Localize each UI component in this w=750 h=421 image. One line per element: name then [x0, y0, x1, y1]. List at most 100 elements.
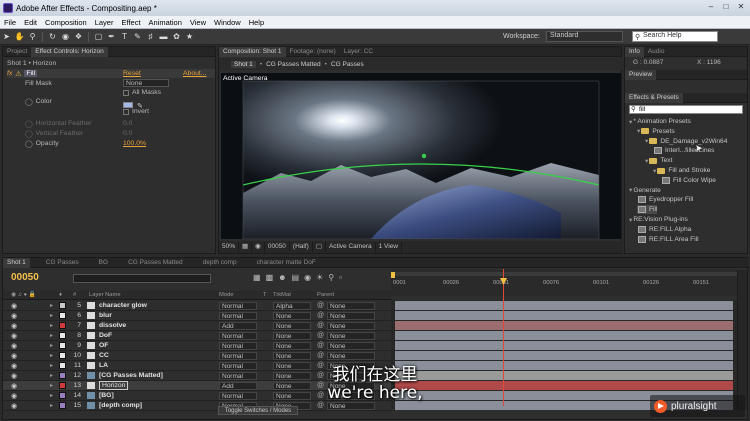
layer-duration-bar[interactable]: [395, 331, 733, 340]
column-t[interactable]: T: [263, 292, 267, 298]
close-button[interactable]: ✕: [735, 2, 747, 12]
about-link[interactable]: About...: [183, 70, 206, 77]
reset-link[interactable]: Reset: [123, 70, 141, 77]
timeline-tab[interactable]: Shot 1: [3, 257, 30, 268]
layer-mode-select[interactable]: Normal: [219, 301, 257, 310]
graph-editor-icon[interactable]: ▫: [339, 273, 342, 282]
layer-name[interactable]: DoF: [99, 332, 112, 339]
parent-pickwhip-icon[interactable]: @: [317, 402, 324, 409]
column-mode[interactable]: Mode: [219, 292, 234, 298]
layer-duration-bar[interactable]: [395, 301, 733, 310]
effects-tree-item[interactable]: ▾ * Animation Presets: [629, 117, 691, 126]
fx-icon[interactable]: fx: [7, 70, 12, 77]
work-area-start[interactable]: [391, 272, 395, 278]
tab-info[interactable]: Info: [625, 46, 644, 57]
timeline-tab[interactable]: CG Passes Matted: [124, 258, 187, 268]
disclosure-triangle-icon[interactable]: ▾: [653, 167, 656, 175]
motion-blur-icon[interactable]: ◉: [304, 273, 311, 282]
layer-label-color[interactable]: [59, 332, 66, 339]
rotate-tool-icon[interactable]: ↻: [47, 31, 58, 42]
layer-duration-bar[interactable]: [395, 351, 733, 360]
parent-pickwhip-icon[interactable]: @: [317, 352, 324, 359]
visibility-eye-icon[interactable]: ◉: [11, 322, 17, 330]
parent-pickwhip-icon[interactable]: @: [317, 312, 324, 319]
layer-expand-icon[interactable]: ▸: [50, 312, 53, 319]
menu-view[interactable]: View: [186, 18, 210, 27]
rectangle-tool-icon[interactable]: ▢: [93, 31, 104, 42]
effects-tree-item[interactable]: ▾ Generate: [629, 186, 661, 195]
work-area-bar[interactable]: [391, 272, 737, 276]
effects-tree-item[interactable]: ▾ DE_Damage_v2Win64: [645, 137, 727, 146]
stopwatch-icon[interactable]: ◯: [25, 140, 33, 148]
breadcrumb-cg-passes-matted[interactable]: CG Passes Matted: [266, 61, 321, 68]
layer-label-color[interactable]: [59, 322, 66, 329]
search-help-field[interactable]: ⚲ Search Help: [632, 31, 718, 42]
composition-viewer[interactable]: [221, 73, 621, 239]
type-tool-icon[interactable]: T: [119, 31, 130, 42]
effects-tree-item[interactable]: ▾ RE:Vision Plug-ins: [629, 215, 688, 224]
layer-trkmat-select[interactable]: None: [273, 341, 311, 350]
stopwatch-icon[interactable]: ◯: [25, 98, 33, 106]
timeline-tab[interactable]: depth comp: [199, 258, 241, 268]
menu-composition[interactable]: Composition: [41, 18, 91, 27]
fill-mask-select[interactable]: None: [123, 79, 169, 87]
menu-file[interactable]: File: [0, 18, 20, 27]
all-masks-checkbox[interactable]: [123, 89, 129, 96]
layer-name[interactable]: character glow: [99, 302, 147, 309]
effects-tree-item[interactable]: ▾ Presets: [637, 127, 675, 136]
effects-tree-item[interactable]: Fill Color Wipe: [661, 176, 716, 185]
layer-label-color[interactable]: [59, 352, 66, 359]
layer-mode-select[interactable]: Normal: [219, 341, 257, 350]
maximize-button[interactable]: □: [720, 2, 732, 12]
selection-tool-icon[interactable]: ➤: [1, 31, 12, 42]
column-parent[interactable]: Parent: [317, 292, 334, 298]
layer-trkmat-select[interactable]: None: [273, 351, 311, 360]
breadcrumb-shot1[interactable]: Shot 1: [231, 60, 256, 68]
zoom-select[interactable]: 50%: [219, 242, 240, 252]
layer-duration-bar[interactable]: [395, 341, 733, 350]
layer-trkmat-select[interactable]: None: [273, 311, 311, 320]
minimize-button[interactable]: –: [705, 2, 717, 12]
tab-effects-presets[interactable]: Effects & Presets: [625, 92, 683, 103]
timeline-timecode[interactable]: 00050: [11, 272, 39, 283]
effects-search-input[interactable]: ⚲ fill: [629, 105, 743, 114]
effects-tree-item[interactable]: RE:FILL Alpha: [637, 225, 691, 234]
layer-trkmat-select[interactable]: None: [273, 331, 311, 340]
layer-row[interactable]: ◉ ▸ 6 blur Normal None @ None: [3, 311, 391, 321]
layer-expand-icon[interactable]: ▸: [50, 352, 53, 359]
layer-duration-bar[interactable]: [395, 311, 733, 320]
parent-pickwhip-icon[interactable]: @: [317, 302, 324, 309]
layer-expand-icon[interactable]: ▸: [50, 332, 53, 339]
layer-parent-select[interactable]: None: [327, 311, 375, 320]
layer-name[interactable]: dissolve: [99, 322, 126, 329]
vertical-feather-value[interactable]: 0.0: [123, 129, 132, 138]
layer-name[interactable]: [depth comp]: [99, 402, 142, 409]
tab-project[interactable]: Project: [3, 47, 31, 57]
comp-mini-flowchart-icon[interactable]: ▦: [253, 273, 261, 282]
stopwatch-icon[interactable]: ◯: [25, 130, 33, 138]
layer-expand-icon[interactable]: ▸: [50, 402, 53, 409]
brush-tool-icon[interactable]: ✎: [132, 31, 143, 42]
zoom-tool-icon[interactable]: ⚲: [27, 31, 38, 42]
disclosure-triangle-icon[interactable]: ▾: [645, 137, 648, 145]
visibility-eye-icon[interactable]: ◉: [11, 302, 17, 310]
effects-tree-item[interactable]: ▾ Text: [645, 156, 672, 165]
snapshot-icon[interactable]: ◉: [252, 242, 265, 252]
layer-expand-icon[interactable]: ▸: [50, 302, 53, 309]
layer-row[interactable]: ◉ ▸ 9 OF Normal None @ None: [3, 341, 391, 351]
tab-effect-controls[interactable]: Effect Controls: Horizon: [31, 46, 108, 57]
layer-label-color[interactable]: [59, 302, 66, 309]
menu-effect[interactable]: Effect: [117, 18, 144, 27]
menu-window[interactable]: Window: [210, 18, 245, 27]
time-ruler[interactable]: 0001 00026 00051 00076 00101 00126 00151: [391, 270, 737, 296]
parent-pickwhip-icon[interactable]: @: [317, 322, 324, 329]
toggle-switches-modes-button[interactable]: Toggle Switches / Modes: [218, 406, 298, 415]
region-icon[interactable]: ▢: [313, 242, 326, 252]
effects-tree-item[interactable]: Eyedropper Fill: [637, 195, 693, 204]
shy-layers-icon[interactable]: ☻: [278, 273, 286, 282]
tab-audio[interactable]: Audio: [644, 47, 669, 57]
layer-label-color[interactable]: [59, 402, 66, 409]
disclosure-triangle-icon[interactable]: ▾: [629, 186, 632, 194]
effects-tree-item[interactable]: RE:FILL Area Fill: [637, 235, 699, 244]
layer-name[interactable]: OF: [99, 342, 108, 349]
